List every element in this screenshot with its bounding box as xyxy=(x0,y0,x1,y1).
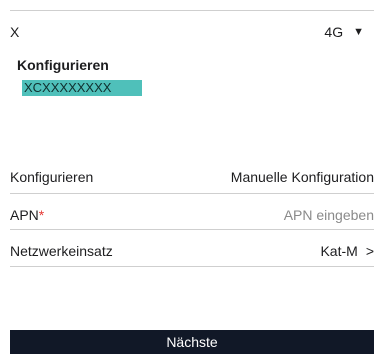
highlighted-id: XCXXXXXXXX xyxy=(22,80,142,96)
apn-input-placeholder[interactable]: APN eingeben xyxy=(284,207,374,223)
configure-value: Manuelle Konfiguration xyxy=(230,169,374,185)
required-mark: * xyxy=(38,207,45,223)
chevron-right-icon: > xyxy=(365,243,374,259)
network-deployment-value-wrap: Kat-M > xyxy=(320,243,374,259)
divider xyxy=(10,266,374,267)
configure-label: Konfigurieren xyxy=(10,169,94,185)
network-type-value: 4G xyxy=(324,24,344,40)
divider xyxy=(10,229,374,230)
configure-row[interactable]: Konfigurieren Manuelle Konfiguration xyxy=(10,167,374,187)
next-button[interactable]: Nächste xyxy=(10,330,374,354)
network-deployment-row[interactable]: Netzwerkeinsatz Kat-M > xyxy=(10,241,374,261)
divider xyxy=(10,193,374,194)
network-type-select[interactable]: 4G ▼ xyxy=(324,24,374,40)
apn-label-wrap: APN* xyxy=(10,207,44,223)
dropdown-caret-icon: ▼ xyxy=(353,26,364,38)
top-divider xyxy=(10,10,374,11)
network-type-label: X xyxy=(10,24,20,40)
apn-label: APN xyxy=(10,207,39,223)
network-type-row[interactable]: X 4G ▼ xyxy=(10,22,374,42)
apn-row[interactable]: APN* APN eingeben xyxy=(10,205,374,225)
network-deployment-value: Kat-M xyxy=(320,243,358,259)
config-title: Konfigurieren xyxy=(17,57,109,73)
network-deployment-label: Netzwerkeinsatz xyxy=(10,243,113,259)
